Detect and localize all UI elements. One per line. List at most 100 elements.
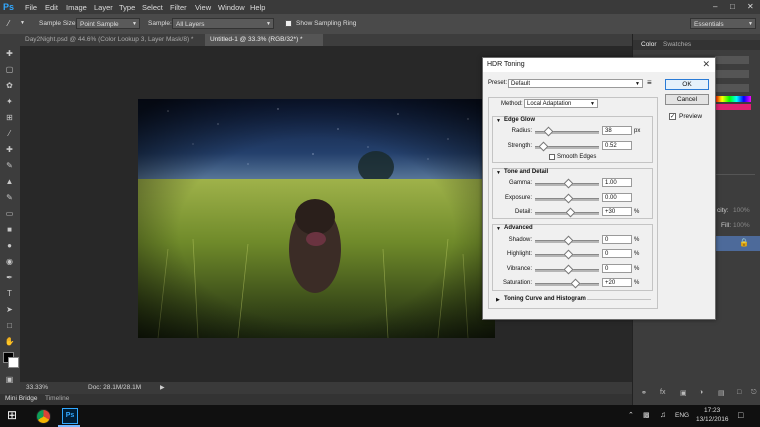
color-slider-field[interactable] [715, 70, 749, 78]
path-selection-tool-icon[interactable]: ➤ [4, 304, 15, 315]
eyedropper-tool-icon[interactable]: ⁄ [4, 128, 15, 139]
tray-chevron-icon[interactable]: ⌃ [628, 411, 634, 419]
minimize-icon[interactable]: – [713, 2, 717, 11]
photoshop-taskbar-icon[interactable]: Ps [62, 408, 78, 424]
saturation-field[interactable]: +20 [602, 278, 632, 287]
collapse-arrow-icon[interactable]: ▼ [496, 226, 501, 232]
tab-day2night[interactable]: Day2Night.psd @ 44.6% (Color Lookup 3, L… [20, 34, 203, 46]
sample-select[interactable]: All Layers ▼ [172, 18, 274, 29]
toning-curve-title[interactable]: Toning Curve and Histogram [504, 296, 586, 302]
network-icon[interactable]: ▩ [643, 411, 650, 419]
expand-arrow-icon[interactable]: ▶ [496, 297, 500, 303]
trash-icon[interactable]: ⎋ [751, 389, 757, 397]
exposure-field[interactable]: 0.00 [602, 193, 632, 202]
shadow-field[interactable]: 0 [602, 235, 632, 244]
windows-taskbar: ⊞ Ps ⌃ ▩ ♫ ENG 17:23 13/12/2016 □ [0, 405, 760, 427]
method-select[interactable]: Local Adaptation ▼ [524, 99, 598, 108]
saturation-slider[interactable] [535, 283, 599, 286]
detail-field[interactable]: +30 [602, 207, 632, 216]
menu-help[interactable]: Help [250, 3, 265, 12]
layer-mask-icon[interactable]: ▣ [680, 389, 687, 397]
menu-view[interactable]: View [195, 3, 211, 12]
dodge-tool-icon[interactable]: ◉ [4, 256, 15, 267]
tab-timeline[interactable]: Timeline [45, 395, 69, 402]
radius-field[interactable]: 38 [602, 126, 632, 135]
group-folder-icon[interactable]: ▤ [718, 389, 725, 397]
clock-date[interactable]: 13/12/2016 [696, 416, 729, 423]
type-tool-icon[interactable]: T [4, 288, 15, 299]
menu-edit[interactable]: Edit [45, 3, 58, 12]
pen-tool-icon[interactable]: ✒ [4, 272, 15, 283]
history-brush-tool-icon[interactable]: ✎ [4, 192, 15, 203]
marquee-tool-icon[interactable]: ▢ [4, 64, 15, 75]
fill-value[interactable]: 100% [733, 222, 750, 229]
clone-stamp-tool-icon[interactable]: ▲ [4, 176, 15, 187]
volume-icon[interactable]: ♫ [660, 410, 666, 419]
dialog-titlebar[interactable]: HDR Toning ✕ [483, 58, 715, 72]
opacity-value[interactable]: 100% [733, 207, 750, 214]
color-spectrum[interactable] [715, 96, 751, 102]
gamma-field[interactable]: 1.00 [602, 178, 632, 187]
gradient-tool-icon[interactable]: ■ [4, 224, 15, 235]
collapse-arrow-icon[interactable]: ▼ [496, 118, 501, 124]
color-slider-field[interactable] [715, 84, 749, 92]
color-spectrum-bottom[interactable] [715, 104, 751, 110]
dialog-close-icon[interactable]: ✕ [702, 59, 710, 70]
show-sampling-ring-checkbox[interactable] [285, 20, 292, 27]
menu-type[interactable]: Type [119, 3, 135, 12]
menu-select[interactable]: Select [142, 3, 163, 12]
preset-options-icon[interactable]: ≡ [647, 78, 652, 87]
tab-swatches[interactable]: Swatches [663, 41, 691, 48]
clock-time[interactable]: 17:23 [704, 407, 720, 414]
healing-brush-tool-icon[interactable]: ✚ [4, 144, 15, 155]
background-color-swatch[interactable] [8, 357, 19, 368]
smooth-edges-checkbox[interactable] [549, 154, 555, 160]
sample-size-select[interactable]: Point Sample ▼ [76, 18, 140, 29]
blur-tool-icon[interactable]: ● [4, 240, 15, 251]
menu-layer[interactable]: Layer [94, 3, 113, 12]
dog-in-field-photo [138, 99, 495, 338]
cancel-button[interactable]: Cancel [665, 94, 709, 105]
collapse-arrow-icon[interactable]: ▼ [496, 170, 501, 176]
eyedropper-icon[interactable]: ⁄ [8, 19, 9, 28]
chrome-icon[interactable] [36, 409, 51, 424]
chevron-down-icon[interactable]: ▼ [20, 20, 25, 26]
strength-field[interactable]: 0.52 [602, 141, 632, 150]
menu-filter[interactable]: Filter [170, 3, 187, 12]
color-slider-field[interactable] [715, 56, 749, 64]
brush-tool-icon[interactable]: ✎ [4, 160, 15, 171]
move-tool-icon[interactable]: ✚ [4, 48, 15, 59]
tab-mini-bridge[interactable]: Mini Bridge [5, 395, 38, 402]
layer-row-selected[interactable]: 🔒 [715, 236, 760, 251]
ok-button[interactable]: OK [665, 79, 709, 90]
rectangle-tool-icon[interactable]: □ [4, 320, 15, 331]
preset-select[interactable]: Default ▼ [508, 79, 643, 88]
maximize-icon[interactable]: □ [730, 2, 735, 11]
workspace-select[interactable]: Essentials ▼ [690, 18, 756, 29]
tab-color[interactable]: Color [641, 41, 657, 48]
highlight-field[interactable]: 0 [602, 249, 632, 258]
lasso-tool-icon[interactable]: ✿ [4, 80, 15, 91]
quick-mask-icon[interactable]: ▣ [4, 374, 15, 385]
quick-select-tool-icon[interactable]: ✦ [4, 96, 15, 107]
menu-image[interactable]: Image [66, 3, 87, 12]
eraser-tool-icon[interactable]: ▭ [4, 208, 15, 219]
link-layers-icon[interactable]: ⚭ [641, 389, 647, 397]
windows-start-icon[interactable]: ⊞ [7, 408, 17, 422]
hand-tool-icon[interactable]: ✋ [4, 336, 15, 347]
notifications-icon[interactable]: □ [738, 410, 743, 420]
vibrance-field[interactable]: 0 [602, 264, 632, 273]
zoom-level[interactable]: 33.33% [26, 382, 48, 394]
language-indicator[interactable]: ENG [675, 412, 689, 419]
layer-style-icon[interactable]: fx [660, 389, 665, 396]
status-arrow-icon[interactable]: ▶ [160, 382, 165, 394]
crop-tool-icon[interactable]: ⊞ [4, 112, 15, 123]
new-layer-icon[interactable]: □ [737, 389, 741, 396]
menu-window[interactable]: Window [218, 3, 245, 12]
menu-file[interactable]: File [25, 3, 37, 12]
document-image[interactable] [138, 99, 495, 338]
adjustment-layer-icon[interactable]: ◑ [699, 389, 703, 396]
close-icon[interactable]: ✕ [747, 2, 754, 11]
preview-checkbox[interactable]: ✓ [669, 113, 676, 120]
tab-untitled-1[interactable]: Untitled-1 @ 33.3% (RGB/32*) * [205, 34, 323, 46]
